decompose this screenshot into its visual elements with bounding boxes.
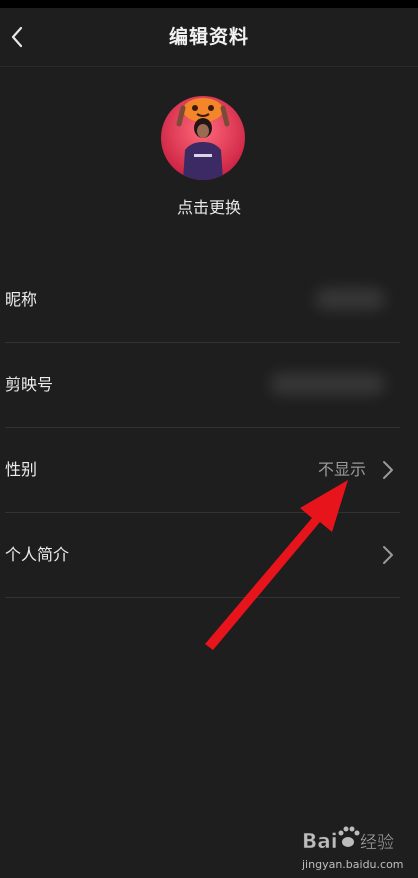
gender-row[interactable]: 性别 不显示	[5, 428, 400, 513]
chevron-right-icon	[383, 461, 393, 479]
status-bar	[0, 0, 418, 8]
svg-text:jingyan.baidu.com: jingyan.baidu.com	[301, 858, 404, 871]
back-button[interactable]	[4, 18, 30, 56]
change-avatar-label[interactable]: 点击更换	[0, 194, 418, 218]
avatar-section: 点击更换	[0, 66, 418, 226]
jianying-id-value-blurred	[270, 373, 385, 395]
jianying-id-label: 剪映号	[5, 375, 54, 394]
chevron-right-icon	[383, 546, 393, 564]
avatar[interactable]	[161, 96, 245, 180]
chevron-left-icon	[11, 26, 23, 48]
nickname-value-blurred	[315, 288, 385, 310]
svg-text:Bai: Bai	[302, 829, 338, 853]
avatar-image	[161, 96, 245, 180]
top-bar: 编辑资料	[0, 8, 418, 67]
gender-label: 性别	[5, 460, 38, 479]
profile-list: 昵称 剪映号 性别 不显示 个人简介	[5, 258, 400, 598]
page-title: 编辑资料	[168, 26, 249, 48]
nickname-label: 昵称	[5, 290, 38, 309]
svg-text:经验: 经验	[360, 833, 394, 853]
gender-value: 不显示	[317, 460, 366, 479]
baidu-jingyan-watermark: Bai 经验 jingyan.baidu.com	[300, 818, 414, 874]
nickname-row[interactable]: 昵称	[5, 258, 400, 343]
bio-row[interactable]: 个人简介	[5, 513, 400, 598]
bio-label: 个人简介	[5, 545, 70, 564]
jianying-id-row[interactable]: 剪映号	[5, 343, 400, 428]
